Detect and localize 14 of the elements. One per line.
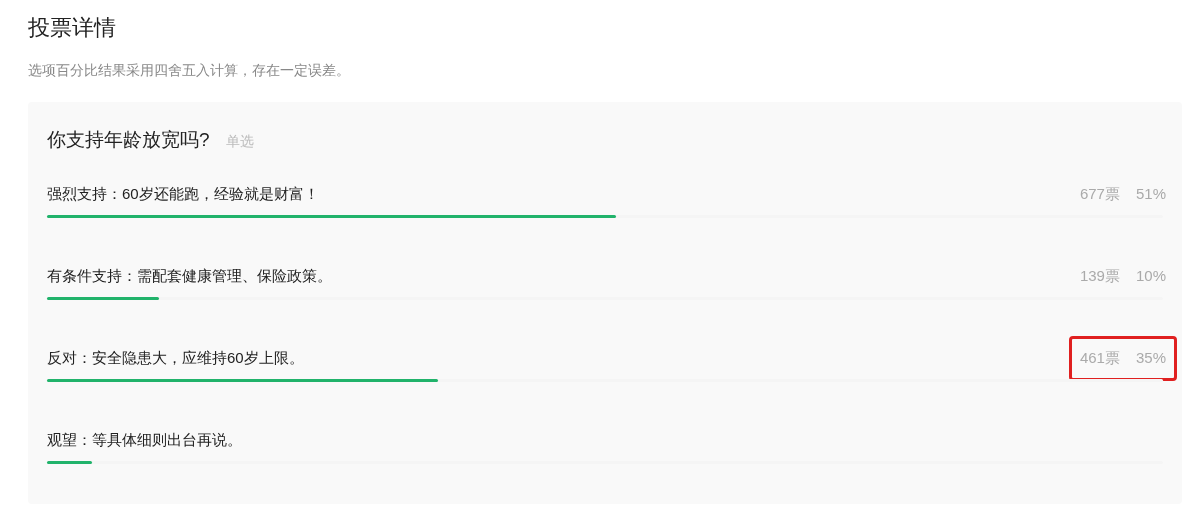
note-text: 选项百分比结果采用四舍五入计算，存在一定误差。	[28, 61, 350, 80]
page-title: 投票详情	[28, 14, 116, 42]
vote-count: 461票	[1079, 348, 1120, 369]
vote-percent: 51%	[1135, 184, 1166, 205]
vote-count: 139票	[1079, 266, 1120, 287]
option-label: 观望：等具体细则出台再说。	[47, 430, 242, 451]
option-label: 强烈支持：60岁还能跑，经验就是财富！	[47, 184, 319, 205]
poll-mode: 单选	[225, 132, 254, 151]
option-label: 反对：安全隐患大，应维持60岁上限。	[47, 348, 304, 369]
poll-question: 你支持年龄放宽吗?	[47, 128, 210, 152]
vote-count: 677票	[1079, 184, 1120, 205]
vote-percent: 35%	[1135, 348, 1166, 369]
vote-percent: 10%	[1135, 266, 1166, 287]
option-label: 有条件支持：需配套健康管理、保险政策。	[47, 266, 332, 287]
